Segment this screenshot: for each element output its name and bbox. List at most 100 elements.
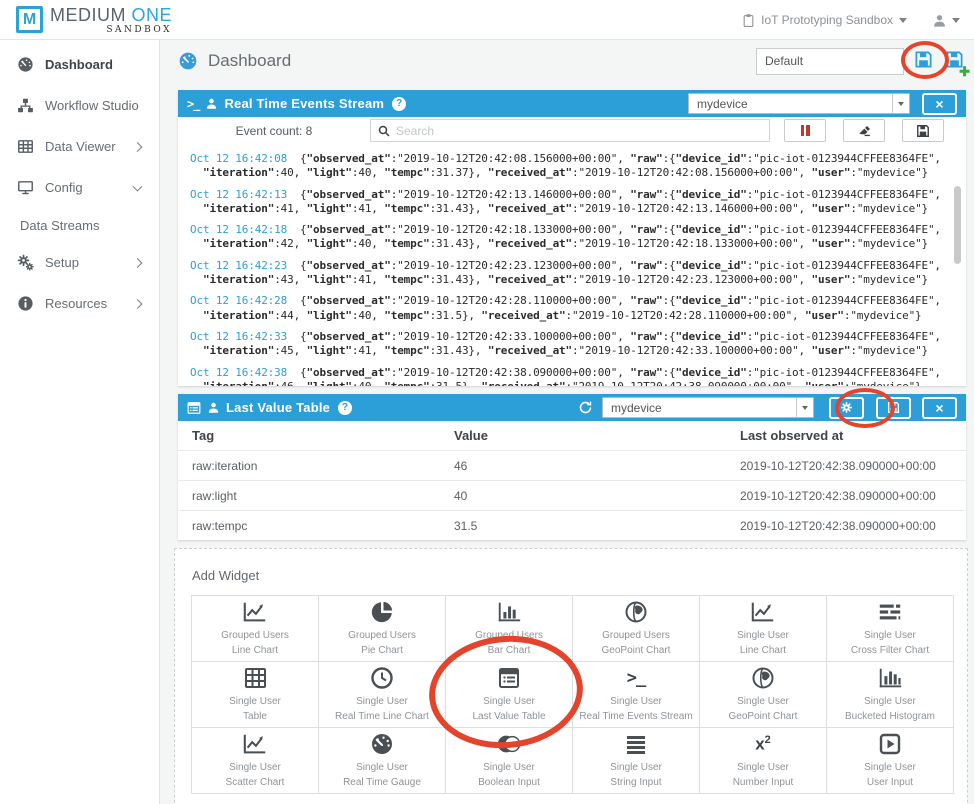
widget-type-icon [751, 665, 775, 691]
column-header-observed[interactable]: Last observed at [740, 428, 966, 443]
last-value-table: Tag Value Last observed at raw:iteration… [178, 421, 966, 540]
widget-type-line2: Table [243, 709, 267, 724]
widget-type-line2: Line Chart [740, 643, 786, 658]
org-selector[interactable]: IoT Prototyping Sandbox [742, 13, 907, 28]
widget-type-icon [243, 665, 268, 691]
help-icon[interactable]: ? [392, 97, 406, 111]
save-widget-button[interactable] [876, 397, 911, 419]
save-as-new-dashboard-button[interactable]: ✚ [943, 48, 966, 74]
device-select[interactable]: mydevice [688, 93, 910, 114]
search-box [370, 119, 770, 142]
add-widget-cell[interactable]: x2 Single User Number Input [700, 728, 827, 794]
widget-type-line1: Single User [610, 760, 662, 775]
search-input[interactable] [396, 124, 762, 138]
widget-title: Last Value Table [226, 400, 330, 415]
table-row: raw:iteration 46 2019-10-12T20:42:38.090… [178, 450, 966, 480]
sidebar-item[interactable]: Setup [0, 242, 159, 283]
add-widget-cell[interactable]: Single User Line Chart [700, 596, 827, 662]
user-menu[interactable] [932, 13, 960, 28]
add-widget-cell[interactable]: Grouped Users Pie Chart [319, 596, 446, 662]
widget-type-line1: Single User [610, 694, 662, 709]
widget-type-icon [878, 731, 902, 757]
widget-type-icon [242, 599, 268, 625]
sidebar-item[interactable]: Data Streams [0, 208, 159, 242]
table-row: raw:tempc 31.5 2019-10-12T20:42:38.09000… [178, 510, 966, 540]
widget-type-icon [877, 665, 903, 691]
add-widget-cell[interactable]: Single User Boolean Input [446, 728, 573, 794]
chevron-down-icon [892, 94, 909, 113]
add-widget-zone: Add Widget Grouped Users Line Chart Grou… [174, 548, 968, 804]
log-entry: Oct 12 16:42:28 {"observed_at":"2019-10-… [190, 294, 952, 323]
add-widget-cell[interactable]: Single User Real Time Gauge [319, 728, 446, 794]
plus-icon: ✚ [959, 65, 970, 78]
dashboard-name-input[interactable] [756, 48, 904, 75]
main-content: Dashboard ✚ >_ Real Time Events St [160, 40, 974, 804]
close-widget-button[interactable]: × [922, 93, 957, 115]
add-widget-cell[interactable]: Single User User Input [827, 728, 954, 794]
export-stream-button[interactable] [902, 119, 944, 142]
chevron-down-icon [796, 398, 813, 417]
save-icon [887, 401, 900, 414]
sidebar-item-label: Dashboard [45, 57, 113, 72]
log-json: {"observed_at":"2019-10-12T20:42:08.1560… [203, 152, 941, 179]
widget-type-line1: Grouped Users [602, 628, 670, 643]
widget-type-line1: Grouped Users [348, 628, 416, 643]
sidebar-item[interactable]: Workflow Studio [0, 85, 159, 126]
add-widget-cell[interactable]: Grouped Users Line Chart [192, 596, 319, 662]
gear-icon [840, 401, 853, 414]
add-widget-cell[interactable]: Single User Cross Filter Chart [827, 596, 954, 662]
save-dashboard-button[interactable] [912, 48, 935, 74]
widget-grid: Grouped Users Line Chart Grouped Users P… [191, 595, 954, 794]
user-icon [207, 401, 220, 414]
sidebar-item[interactable]: Config [0, 167, 159, 208]
add-widget-cell[interactable]: Single User String Input [573, 728, 700, 794]
widget-type-icon: >_ [627, 665, 645, 691]
add-widget-cell[interactable]: Single User Real Time Line Chart [319, 662, 446, 728]
cell-tag: raw:light [192, 489, 454, 503]
add-widget-cell[interactable]: >_ Single User Real Time Events Stream [573, 662, 700, 728]
chevron-down-icon [952, 18, 960, 23]
pause-stream-button[interactable] [784, 119, 826, 142]
sidebar-nav: Dashboard Workflow Studio Data Viewer [0, 44, 159, 324]
add-widget-cell[interactable]: Grouped Users Bar Chart [446, 596, 573, 662]
last-value-table-widget: Last Value Table ? mydevice [178, 394, 966, 540]
log-entry: Oct 12 16:42:13 {"observed_at":"2019-10-… [190, 188, 952, 217]
close-widget-button[interactable]: × [922, 397, 957, 419]
sidebar-item[interactable]: Data Viewer [0, 126, 159, 167]
add-widget-cell[interactable]: Single User Scatter Chart [192, 728, 319, 794]
dashboard-title-bar: Dashboard ✚ [178, 40, 966, 82]
clear-stream-button[interactable] [843, 119, 885, 142]
add-widget-cell[interactable]: Single User GeoPoint Chart [700, 662, 827, 728]
widget-type-line1: Single User [229, 694, 281, 709]
add-widget-cell[interactable]: Single User Last Value Table [446, 662, 573, 728]
sidebar-item[interactable]: Dashboard [0, 44, 159, 85]
log-entry: Oct 12 16:42:33 {"observed_at":"2019-10-… [190, 330, 952, 359]
event-count-label: Event count: 8 [178, 124, 370, 138]
add-widget-cell[interactable]: Grouped Users GeoPoint Chart [573, 596, 700, 662]
medium-one-logo: M MEDIUM ONE SANDBOX [16, 5, 172, 35]
widget-type-line1: Grouped Users [221, 628, 289, 643]
column-header-value[interactable]: Value [454, 428, 740, 443]
add-widget-cell[interactable]: Single User Bucketed Histogram [827, 662, 954, 728]
widget-settings-button[interactable] [829, 397, 864, 419]
events-stream-header: >_ Real Time Events Stream ? mydevice × [178, 90, 966, 117]
refresh-icon[interactable] [578, 400, 593, 415]
device-select[interactable]: mydevice [602, 397, 814, 418]
widget-type-icon [370, 665, 394, 691]
sidebar-item[interactable]: Resources [0, 283, 159, 324]
app-window: M MEDIUM ONE SANDBOX IoT Prototyping San… [0, 0, 974, 804]
widget-type-icon [497, 665, 521, 691]
events-toolbar: Event count: 8 [178, 117, 966, 144]
events-stream-widget: >_ Real Time Events Stream ? mydevice × … [178, 90, 966, 386]
widget-type-line1: Single User [864, 628, 916, 643]
sidebar-item-icon [17, 254, 34, 271]
table-row: raw:light 40 2019-10-12T20:42:38.090000+… [178, 480, 966, 510]
add-widget-cell[interactable]: Single User Table [192, 662, 319, 728]
brand-sandbox-label: SANDBOX [50, 25, 172, 35]
column-header-tag[interactable]: Tag [192, 428, 454, 443]
widget-type-icon [370, 731, 394, 757]
clipboard-icon [742, 13, 755, 28]
events-log[interactable]: Oct 12 16:42:08 {"observed_at":"2019-10-… [178, 144, 966, 386]
scrollbar-thumb[interactable] [954, 186, 961, 264]
help-icon[interactable]: ? [338, 401, 352, 415]
